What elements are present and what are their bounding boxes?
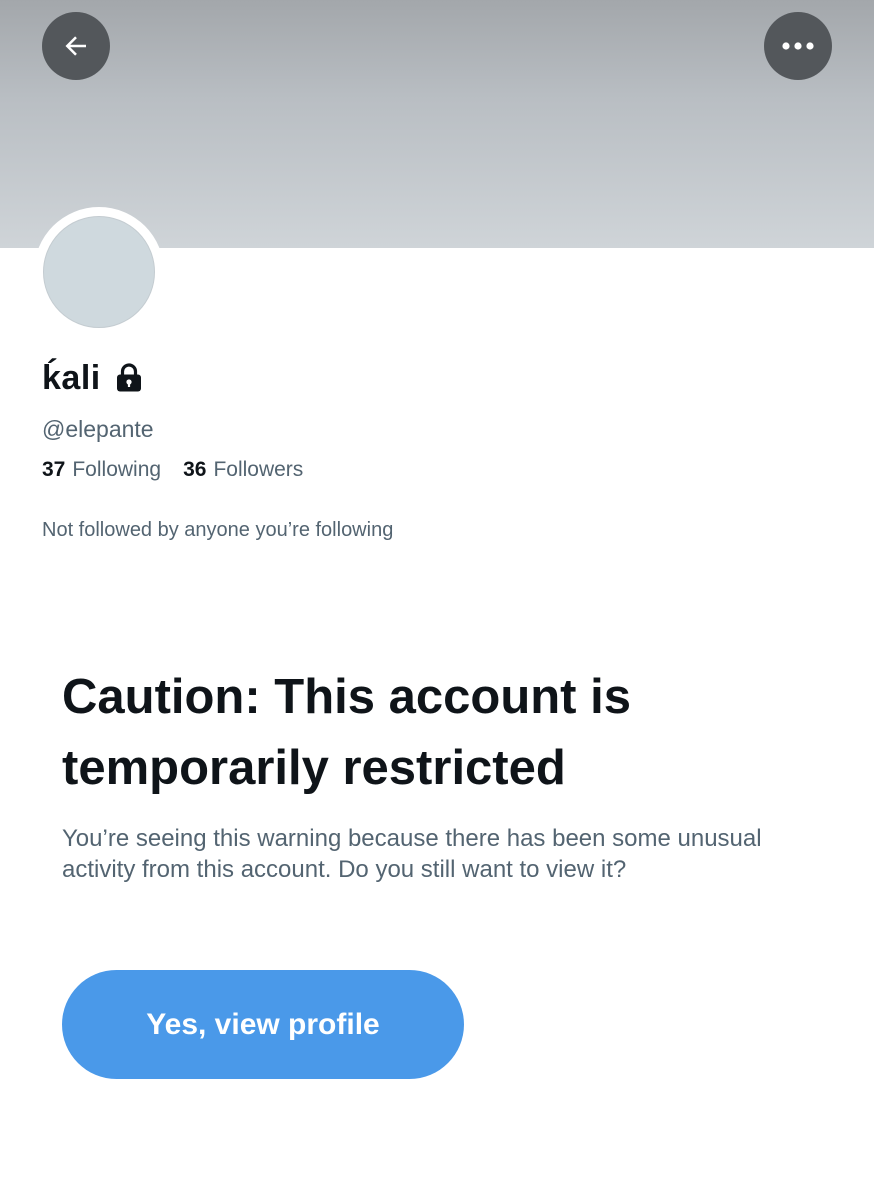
arrow-left-icon bbox=[61, 31, 91, 61]
followers-link[interactable]: 36 Followers bbox=[183, 455, 303, 485]
followed-by-note: Not followed by anyone you’re following bbox=[42, 519, 394, 541]
view-profile-button[interactable]: Yes, view profile bbox=[62, 970, 464, 1079]
view-profile-button-label: Yes, view profile bbox=[146, 1007, 380, 1041]
profile-handle: @elepante bbox=[42, 416, 154, 442]
restriction-warning-body: You’re seeing this warning because there… bbox=[62, 825, 762, 883]
following-count: 37 bbox=[42, 458, 66, 481]
avatar[interactable] bbox=[43, 216, 155, 328]
back-button[interactable] bbox=[42, 12, 110, 80]
follow-stats: 37 Following 36 Followers bbox=[42, 455, 303, 485]
lock-icon bbox=[115, 363, 143, 393]
more-options-button[interactable] bbox=[764, 12, 832, 80]
profile-name-row: ḱali bbox=[42, 356, 143, 400]
restriction-warning-title: Caution: This account is temporarily res… bbox=[62, 670, 631, 795]
following-link[interactable]: 37 Following bbox=[42, 455, 161, 485]
profile-banner bbox=[0, 0, 874, 248]
more-horizontal-icon bbox=[781, 41, 815, 51]
followers-count: 36 bbox=[183, 458, 207, 481]
display-name: ḱali bbox=[42, 359, 101, 397]
following-label: Following bbox=[72, 458, 162, 481]
followers-label: Followers bbox=[213, 458, 304, 481]
